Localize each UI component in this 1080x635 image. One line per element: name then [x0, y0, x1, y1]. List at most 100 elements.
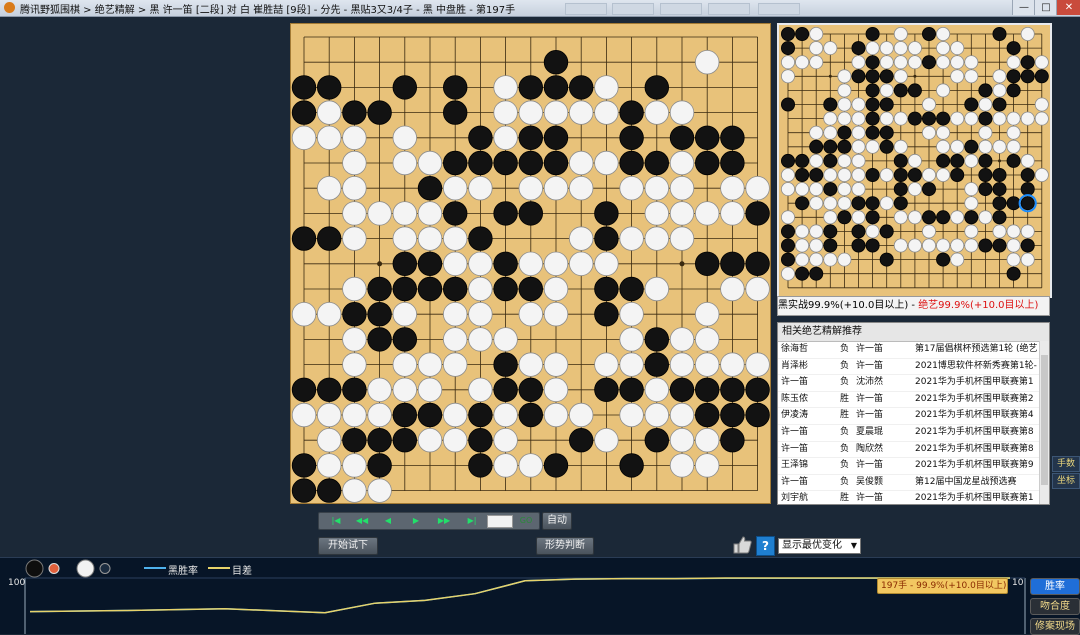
black-stone [809, 266, 824, 281]
winrate-chart: 黑胜率 目差 100 10 197手 - 99.9%(+10.0目以上) 胜率 … [0, 557, 1080, 635]
white-stone [745, 352, 770, 377]
forward-ten-button[interactable]: ▶▶ [431, 515, 457, 527]
scroll-thumb[interactable] [1041, 355, 1048, 485]
mini-board-canvas[interactable] [779, 25, 1050, 296]
black-player-dot [25, 559, 44, 578]
black-stone [879, 97, 894, 112]
list-item[interactable]: 王泽锦 负许一笛 2021华为手机杯围甲联赛第9 [778, 458, 1049, 475]
record-event: 第12届中国龙星战预选赛 [915, 476, 1017, 487]
black-stone [720, 251, 745, 277]
toolbar-slot[interactable] [758, 3, 800, 15]
chart-canvas [24, 559, 1026, 634]
black-stone [518, 201, 544, 226]
white-stone [493, 327, 518, 352]
tab-match[interactable]: 吻合度 [1030, 598, 1080, 615]
white-stone [619, 226, 644, 251]
coords-tab[interactable]: 坐标 [1052, 473, 1080, 489]
black-stone [851, 224, 866, 239]
black-stone [342, 100, 367, 125]
first-move-button[interactable]: |◀ [323, 515, 349, 527]
record-res: 负 [840, 443, 850, 454]
prev-move-button[interactable]: ◀ [375, 515, 401, 527]
white-stone [619, 402, 644, 428]
move-number-input[interactable] [487, 515, 513, 528]
white-stone [837, 196, 852, 211]
toolbar-slot[interactable] [660, 3, 702, 15]
recommend-scrollbar[interactable] [1039, 341, 1049, 504]
go-button[interactable]: GO [515, 515, 537, 527]
record-event: 2021华为手机杯围甲联赛第9 [915, 460, 1034, 471]
list-item[interactable]: 许一笛 负夏晨琨 2021华为手机杯围甲联赛第8 [778, 425, 1049, 442]
app-logo-icon [4, 2, 15, 13]
next-move-button[interactable]: ▶ [403, 515, 429, 527]
white-stone [964, 69, 979, 84]
thumbs-up-icon[interactable] [732, 536, 752, 554]
black-stone [619, 276, 644, 302]
white-stone [809, 196, 824, 211]
toolbar-slot[interactable] [708, 3, 750, 15]
white-stone [695, 201, 720, 226]
auto-play-button[interactable]: 自动 [542, 512, 572, 530]
black-stone [921, 111, 936, 126]
black-stone [865, 167, 880, 182]
go-board[interactable] [290, 23, 771, 504]
toolbar-slot[interactable] [565, 3, 607, 15]
white-stone [1034, 55, 1049, 70]
black-stone [644, 150, 670, 176]
record-p2: 夏晨琨 [856, 426, 884, 437]
list-item[interactable]: 刘宇航 胜许一笛 2021华为手机杯围甲联赛第1 [778, 491, 1049, 504]
list-item[interactable]: 陈玉侬 胜许一笛 2021华为手机杯围甲联赛第2 [778, 392, 1049, 409]
white-stone [468, 302, 493, 327]
black-stone [695, 377, 720, 403]
white-stone [879, 41, 894, 56]
list-item[interactable]: 许一笛 负沈沛然 2021华为手机杯围甲联赛第1 [778, 375, 1049, 392]
list-item[interactable]: 伊凌涛 胜许一笛 2021华为手机杯围甲联赛第4 [778, 408, 1049, 425]
black-stone [865, 196, 880, 211]
white-stone [569, 251, 594, 277]
try-move-button[interactable]: 开始试下 [318, 537, 378, 555]
black-stone [669, 377, 695, 403]
tab-replay[interactable]: 修案现场 [1030, 618, 1080, 635]
maximize-button[interactable]: □ [1034, 0, 1057, 15]
eval-bar: 黑实战99.9%(+10.0目以上) - 绝艺99.9%(+10.0目以上) [777, 296, 1050, 316]
list-item[interactable]: 许一笛 负吴俊颢 第12届中国龙星战预选赛 [778, 475, 1049, 492]
record-p2: 许一笛 [856, 493, 884, 504]
go-board-canvas[interactable] [291, 24, 770, 503]
white-stone [594, 428, 619, 453]
record-res: 负 [840, 344, 850, 354]
black-stone [493, 201, 518, 226]
white-stone [809, 238, 824, 253]
record-p2: 许一笛 [856, 393, 884, 404]
black-stone [392, 276, 418, 302]
white-stone [669, 453, 695, 478]
white-stone [619, 352, 644, 377]
list-item[interactable]: 徐海哲 负许一笛 第17届倡棋杯预选第1轮 (绝艺 [778, 342, 1049, 359]
help-icon[interactable]: ? [756, 536, 775, 556]
white-stone [809, 41, 824, 56]
minimize-button[interactable]: — [1012, 0, 1035, 15]
black-stone [795, 153, 810, 168]
black-stone [543, 50, 569, 75]
list-item[interactable]: 肖泽彬 负许一笛 2021博思软件杯新秀赛第1轮- [778, 359, 1049, 376]
black-stone [851, 41, 866, 56]
list-item[interactable]: 许一笛 负陶欣然 2021华为手机杯围甲联赛第8 [778, 442, 1049, 459]
last-move-button[interactable]: ▶| [459, 515, 485, 527]
toolbar-slot[interactable] [612, 3, 654, 15]
close-button[interactable]: ✕ [1056, 0, 1080, 15]
black-stone [950, 153, 965, 168]
moves-tab[interactable]: 手数 [1052, 456, 1080, 472]
white-stone [518, 251, 544, 277]
black-stone [865, 27, 880, 41]
back-ten-button[interactable]: ◀◀ [349, 515, 375, 527]
record-event: 2021华为手机杯围甲联赛第1 [915, 377, 1034, 388]
white-stone [619, 302, 644, 327]
mini-board[interactable] [777, 23, 1052, 298]
axis-left-max: 100 [8, 578, 26, 588]
tab-winrate[interactable]: 胜率 [1030, 578, 1080, 595]
white-stone [317, 302, 342, 327]
black-stone [795, 266, 810, 281]
recommend-list: 徐海哲负许一笛 第17届倡棋杯预选第1轮 (绝艺 肖泽彬负许一笛 2021博思软件杯新… [778, 342, 1049, 504]
variation-select[interactable]: 显示最优变化 ▼ [778, 538, 861, 554]
white-stone [781, 167, 795, 182]
judge-button[interactable]: 形势判断 [536, 537, 594, 555]
